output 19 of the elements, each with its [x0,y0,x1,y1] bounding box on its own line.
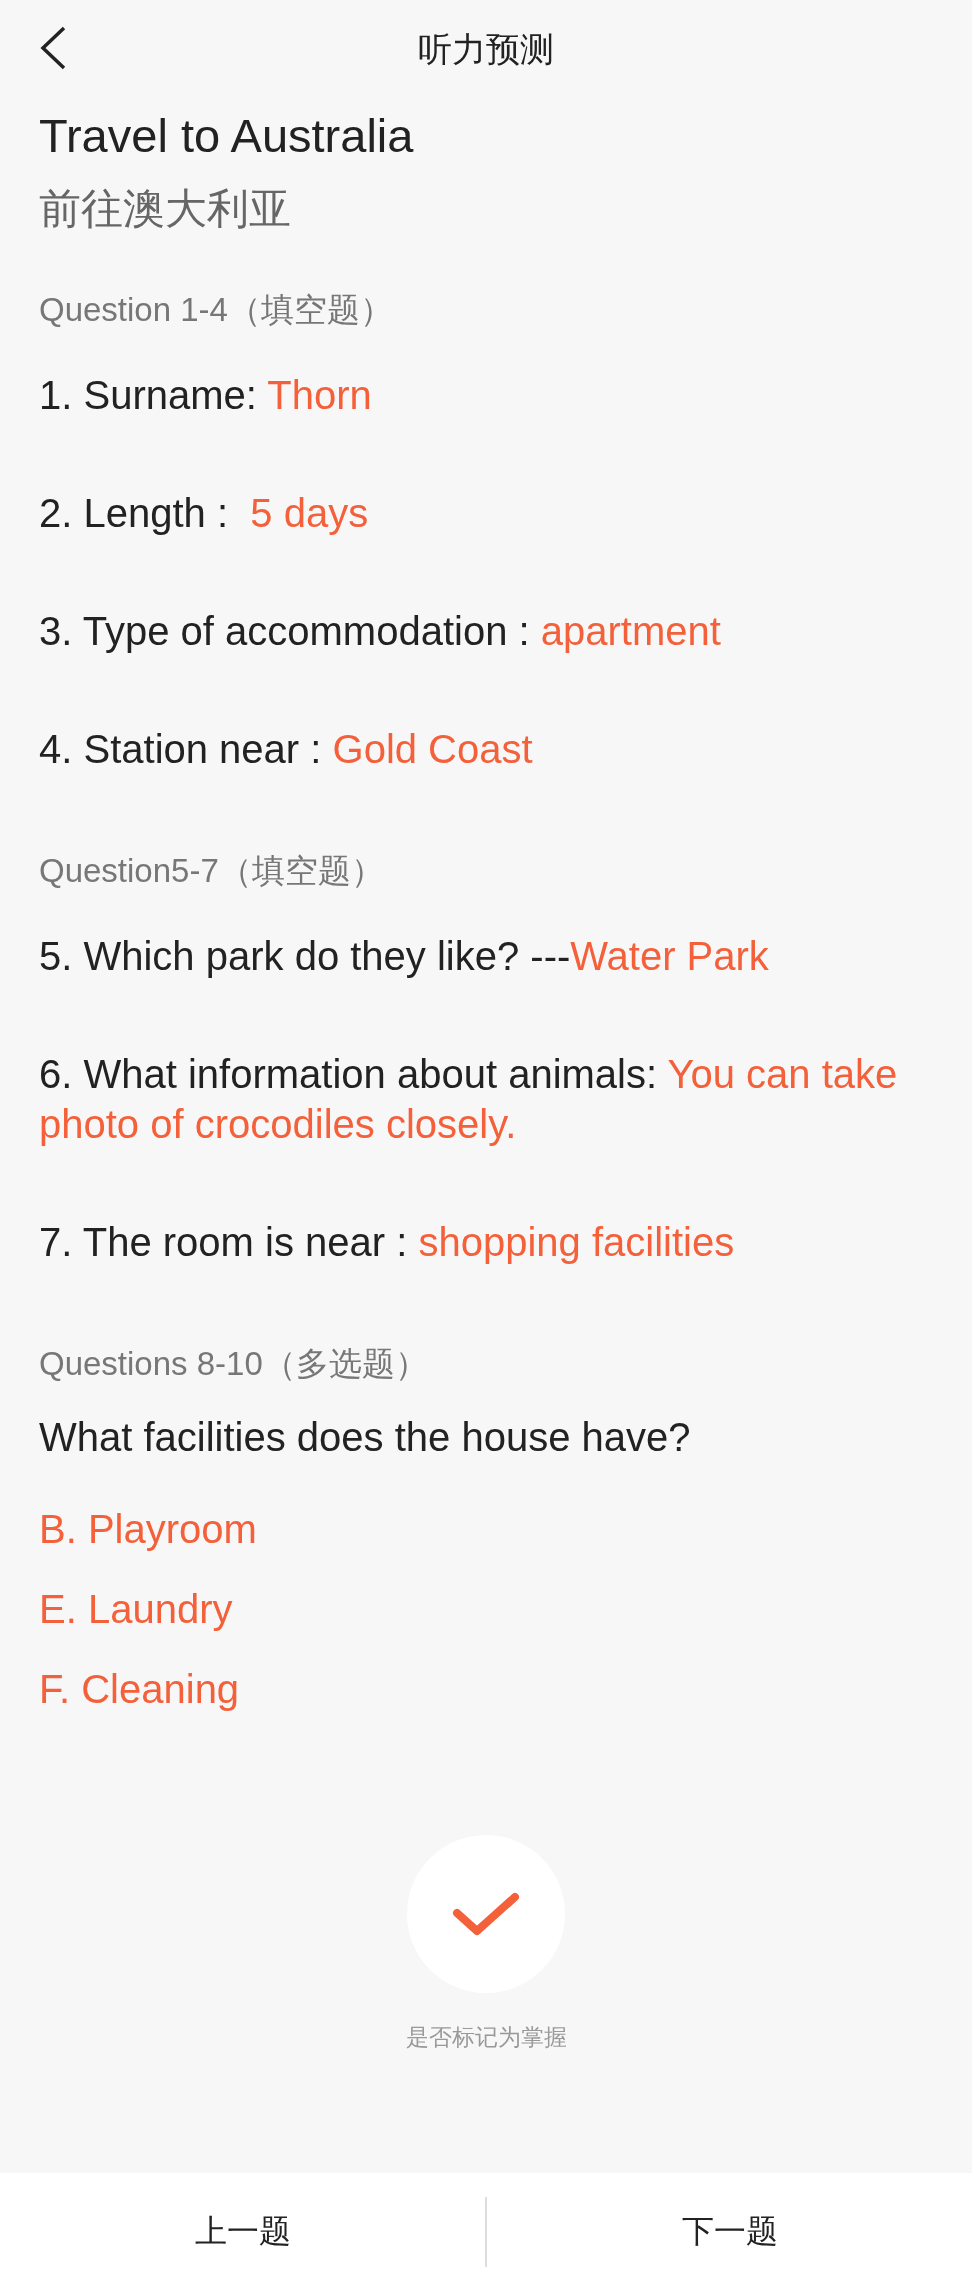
question-line: 7. The room is near : shopping facilities [39,1219,736,1266]
question-line: 2. Length : 5 days [39,490,370,537]
answer-option: B. Playroom [39,1504,257,1554]
section-label: Question5-7（填空题） [39,851,384,891]
back-icon[interactable] [38,25,68,71]
page-title: 听力预测 [418,29,554,70]
question-line: 4. Station near : Gold Coast [39,726,534,773]
section-label: Questions 8-10（多选题） [39,1344,428,1384]
lesson-title: Travel to Australia [39,108,414,164]
answer-option: E. Laundry [39,1584,233,1634]
question-text: What facilities does the house have? [39,1414,691,1461]
question-line: 6. What information about animals: You can take photo of crocodiles closely. [39,1051,899,1148]
section-label: Question 1-4（填空题） [39,290,393,330]
question-line: 1. Surname: Thorn [39,372,373,419]
answer-option: F. Cleaning [39,1664,240,1714]
mastered-label: 是否标记为掌握 [405,2023,567,2052]
question-line: 3. Type of accommodation : apartment [39,608,722,655]
lesson-subtitle: 前往澳大利亚 [39,184,291,234]
question-line: 5. Which park do they like? ---Water Park [39,933,770,980]
